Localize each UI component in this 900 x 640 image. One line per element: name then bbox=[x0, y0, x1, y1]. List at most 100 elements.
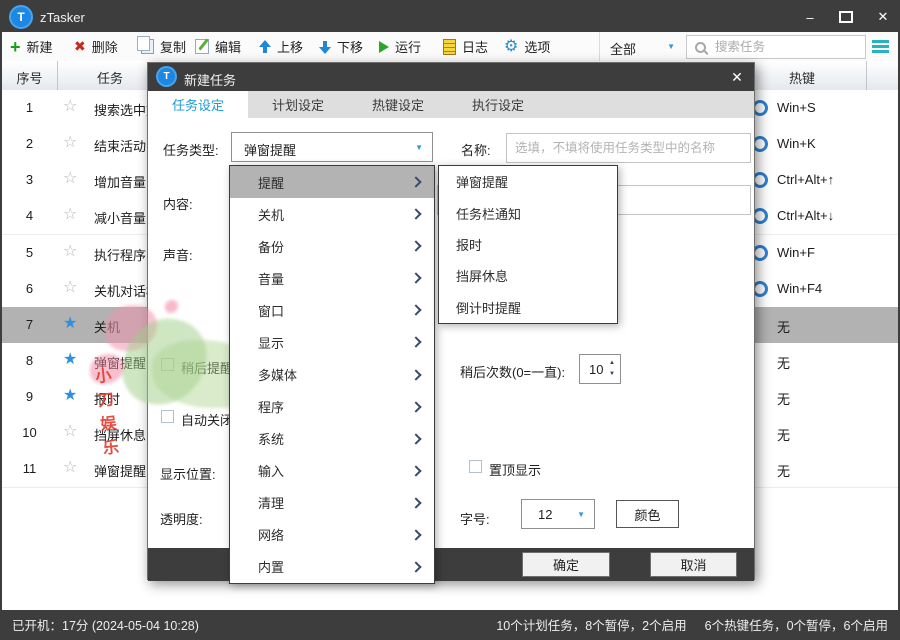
submenu-item-countdown[interactable]: 倒计时提醒 bbox=[439, 292, 617, 323]
star-icon[interactable]: ☆ bbox=[63, 98, 77, 116]
star-icon[interactable]: ★ bbox=[63, 387, 77, 405]
hotkey-value: Ctrl+Alt+↑ bbox=[777, 172, 834, 187]
menu-item-label: 显示 bbox=[258, 333, 284, 352]
maximize-button[interactable] bbox=[828, 2, 864, 32]
hotkey-value: 无 bbox=[777, 461, 790, 480]
cancel-button[interactable]: 取消 bbox=[650, 552, 737, 577]
menu-item-window[interactable]: 窗口 bbox=[230, 294, 434, 326]
copy-icon bbox=[141, 39, 154, 54]
chevron-right-icon bbox=[410, 497, 421, 508]
chevron-right-icon bbox=[410, 465, 421, 476]
star-icon[interactable]: ☆ bbox=[63, 279, 77, 297]
options-button[interactable]: ⚙选项 bbox=[504, 32, 550, 61]
view-list-icon[interactable] bbox=[872, 40, 889, 53]
star-icon[interactable]: ★ bbox=[63, 351, 77, 369]
color-button[interactable]: 颜色 bbox=[616, 500, 679, 528]
submenu-item-screen-break[interactable]: 挡屏休息 bbox=[439, 260, 617, 291]
menu-item-cleanup[interactable]: 清理 bbox=[230, 487, 434, 519]
star-icon[interactable]: ☆ bbox=[63, 459, 77, 477]
submenu-item-popup-reminder[interactable]: 弹窗提醒 bbox=[439, 166, 617, 197]
star-icon[interactable]: ☆ bbox=[63, 170, 77, 188]
row-index: 11 bbox=[2, 461, 57, 476]
column-header-hotkey[interactable]: 热键 bbox=[747, 68, 857, 87]
tab-task-settings[interactable]: 任务设定 bbox=[148, 91, 248, 118]
log-button[interactable]: 日志 bbox=[443, 32, 488, 61]
task-name: 弹窗提醒 bbox=[94, 461, 146, 480]
search-input[interactable] bbox=[713, 39, 865, 55]
menu-item-network[interactable]: 网络 bbox=[230, 519, 434, 551]
row-index: 2 bbox=[2, 136, 57, 151]
name-input[interactable] bbox=[506, 133, 751, 163]
chevron-right-icon bbox=[410, 273, 421, 284]
chevron-right-icon bbox=[410, 176, 421, 187]
column-header-index[interactable]: 序号 bbox=[2, 68, 57, 87]
run-label: 运行 bbox=[395, 37, 421, 56]
dialog-close-button[interactable]: ✕ bbox=[720, 63, 754, 91]
menu-item-label: 多媒体 bbox=[258, 365, 297, 384]
menu-item-system[interactable]: 系统 bbox=[230, 423, 434, 455]
row-index: 7 bbox=[2, 317, 57, 332]
star-icon[interactable]: ☆ bbox=[63, 423, 77, 441]
menu-item-builtin[interactable]: 内置 bbox=[230, 551, 434, 583]
star-icon[interactable]: ★ bbox=[63, 315, 77, 333]
column-separator bbox=[57, 61, 58, 90]
stepper-arrows-icon[interactable]: ▲▼ bbox=[609, 358, 615, 380]
tab-hotkey-settings[interactable]: 热键设定 bbox=[348, 91, 448, 118]
run-task-button[interactable]: 运行 bbox=[379, 32, 421, 61]
copy-task-button[interactable]: 复制 bbox=[137, 32, 186, 61]
task-name: 弹窗提醒 bbox=[94, 353, 146, 372]
star-icon[interactable]: ☆ bbox=[63, 206, 77, 224]
move-down-button[interactable]: 下移 bbox=[319, 32, 363, 61]
row-index: 10 bbox=[2, 425, 57, 440]
task-name: 报时 bbox=[94, 389, 120, 408]
gear-icon: ⚙ bbox=[504, 39, 518, 55]
submenu-item-taskbar-notice[interactable]: 任务栏通知 bbox=[439, 197, 617, 228]
auto-close-checkbox[interactable] bbox=[161, 410, 174, 423]
submenu-item-time-announce[interactable]: 报时 bbox=[439, 229, 617, 260]
filter-dropdown[interactable]: 全部 ▼ bbox=[599, 32, 686, 61]
font-size-label: 字号: bbox=[460, 509, 490, 528]
task-name: 增加音量 bbox=[94, 172, 146, 191]
menu-item-remind[interactable]: 提醒 bbox=[230, 166, 434, 198]
tab-execute-settings[interactable]: 执行设定 bbox=[448, 91, 548, 118]
remind-later-checkbox[interactable] bbox=[161, 358, 174, 371]
window-title: zTasker bbox=[40, 10, 85, 25]
menu-item-volume[interactable]: 音量 bbox=[230, 262, 434, 294]
menu-item-multimedia[interactable]: 多媒体 bbox=[230, 358, 434, 390]
menu-item-label: 网络 bbox=[258, 525, 284, 544]
close-button[interactable]: ✕ bbox=[864, 2, 900, 32]
move-up-button[interactable]: 上移 bbox=[259, 32, 303, 61]
menu-item-label: 备份 bbox=[258, 237, 284, 256]
star-icon[interactable]: ☆ bbox=[63, 243, 77, 261]
task-name: 执行程序 bbox=[94, 245, 146, 264]
menu-item-display[interactable]: 显示 bbox=[230, 326, 434, 358]
delete-task-button[interactable]: ✖删除 bbox=[74, 32, 118, 61]
menu-item-input[interactable]: 输入 bbox=[230, 455, 434, 487]
font-size-select[interactable]: 12 ▼ bbox=[521, 499, 595, 529]
column-header-task[interactable]: 任务 bbox=[88, 68, 132, 87]
minimize-button[interactable]: – bbox=[792, 2, 828, 32]
tab-schedule-settings[interactable]: 计划设定 bbox=[248, 91, 348, 118]
menu-item-label: 输入 bbox=[258, 461, 284, 480]
chevron-right-icon bbox=[410, 401, 421, 412]
hotkey-value: 无 bbox=[777, 425, 790, 444]
edit-task-button[interactable]: 编辑 bbox=[195, 32, 241, 61]
menu-item-program[interactable]: 程序 bbox=[230, 391, 434, 423]
star-icon[interactable]: ☆ bbox=[63, 134, 77, 152]
toolbar: +新建 ✖删除 复制 编辑 上移 下移 运行 日志 ⚙选项 全部 ▼ bbox=[2, 32, 898, 62]
arrow-down-icon bbox=[319, 40, 331, 54]
task-type-select[interactable]: 弹窗提醒 ▼ bbox=[231, 132, 433, 162]
search-box[interactable] bbox=[686, 35, 866, 59]
menu-item-backup[interactable]: 备份 bbox=[230, 230, 434, 262]
later-count-stepper[interactable]: 10 ▲▼ bbox=[579, 354, 621, 384]
new-task-button[interactable]: +新建 bbox=[10, 32, 53, 61]
menu-item-shutdown[interactable]: 关机 bbox=[230, 198, 434, 230]
row-index: 5 bbox=[2, 245, 57, 260]
dialog-title: 新建任务 bbox=[184, 70, 236, 89]
hotkey-tasks-summary: 6个热键任务，0个暂停，6个启用 bbox=[705, 615, 888, 634]
menu-item-label: 系统 bbox=[258, 429, 284, 448]
move-down-label: 下移 bbox=[337, 37, 363, 56]
menu-item-label: 提醒 bbox=[258, 173, 284, 192]
ok-button[interactable]: 确定 bbox=[522, 552, 610, 577]
topmost-checkbox[interactable] bbox=[469, 460, 482, 473]
